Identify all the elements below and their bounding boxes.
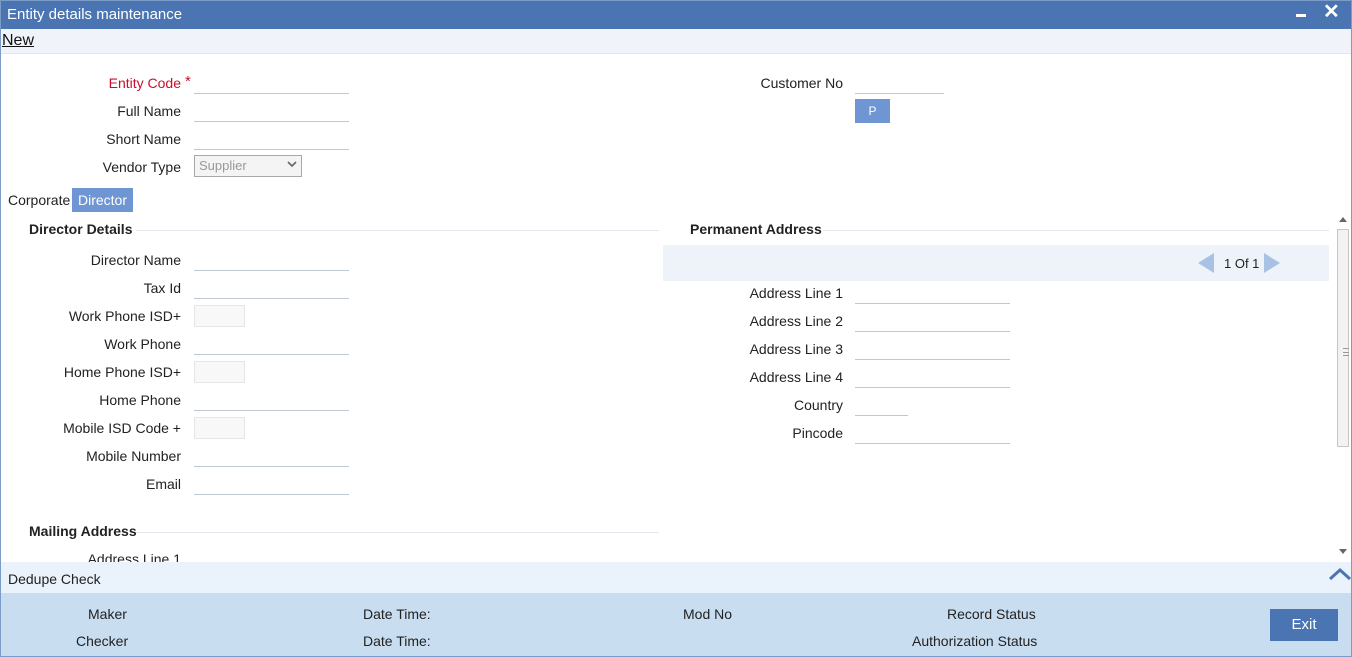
short-name-input[interactable] [194, 128, 349, 150]
vendor-type-label: Vendor Type [102, 159, 181, 175]
country-label: Country [793, 397, 843, 413]
checker-label: Checker [76, 633, 129, 649]
perm-address-line-1-label: Address Line 1 [749, 285, 843, 301]
menu-bar: New [1, 29, 1351, 54]
director-name-input[interactable] [194, 249, 349, 271]
mailing-address-clip: Address Line 1 [1, 548, 661, 562]
customer-no-label: Customer No [760, 75, 843, 91]
work-phone-input[interactable] [194, 333, 349, 355]
full-name-label: Full Name [117, 103, 181, 119]
pager-text: 1 Of 1 [1224, 256, 1260, 271]
audit-footer: Maker Checker Date Time: Date Time: Mod … [1, 593, 1351, 656]
chevron-down-icon [287, 161, 297, 168]
maker-date-time-label: Date Time: [363, 606, 431, 622]
customer-lookup-button[interactable]: P [855, 99, 890, 123]
mailing-address-line-1-label: Address Line 1 [87, 551, 181, 562]
perm-address-line-2-input[interactable] [855, 310, 1010, 332]
scroll-up-icon[interactable] [1339, 217, 1347, 222]
home-phone-isd-input[interactable] [194, 361, 245, 383]
work-phone-label: Work Phone [104, 336, 181, 352]
mobile-number-label: Mobile Number [86, 448, 181, 464]
dedupe-check-link[interactable]: Dedupe Check [8, 571, 101, 587]
full-name-input[interactable] [194, 100, 349, 122]
short-name-label: Short Name [106, 131, 181, 147]
entity-details-window: Entity details maintenance ✕ New Entity … [0, 0, 1352, 657]
perm-address-line-3-label: Address Line 3 [749, 341, 843, 357]
section-divider [823, 230, 1329, 231]
pincode-input[interactable] [855, 422, 1010, 444]
home-phone-isd-label: Home Phone ISD+ [63, 364, 181, 380]
grip-icon [1343, 348, 1349, 356]
new-link[interactable]: New [2, 32, 34, 50]
vertical-scrollbar[interactable] [1335, 212, 1351, 559]
entity-code-input[interactable] [194, 72, 349, 94]
tax-id-input[interactable] [194, 277, 349, 299]
mod-no-label: Mod No [683, 606, 733, 622]
close-icon[interactable]: ✕ [1323, 2, 1340, 22]
mobile-isd-label: Mobile ISD Code + [63, 420, 181, 436]
email-label: Email [145, 476, 181, 492]
pincode-label: Pincode [792, 425, 843, 441]
exit-button[interactable]: Exit [1270, 609, 1338, 641]
previous-record-icon[interactable] [1196, 252, 1216, 274]
checker-date-time-label: Date Time: [363, 633, 431, 649]
chevron-up-icon[interactable] [1328, 566, 1352, 582]
perm-address-line-4-label: Address Line 4 [749, 369, 843, 385]
director-name-label: Director Name [90, 252, 181, 268]
mobile-number-input[interactable] [194, 445, 349, 467]
tab-corporate[interactable]: Corporate [8, 188, 70, 212]
tax-id-label: Tax Id [143, 280, 181, 296]
perm-address-line-4-input[interactable] [855, 366, 1010, 388]
authorization-status-label: Authorization Status [912, 633, 1038, 649]
record-status-label: Record Status [947, 606, 1036, 622]
mailing-address-title: Mailing Address [29, 523, 137, 539]
entity-code-label: Entity Code [108, 75, 181, 91]
permanent-address-title: Permanent Address [690, 221, 822, 237]
minimize-icon[interactable] [1295, 4, 1309, 24]
perm-address-line-2-label: Address Line 2 [749, 313, 843, 329]
scrollbar-thumb[interactable] [1337, 229, 1349, 447]
section-divider [136, 532, 659, 533]
home-phone-label: Home Phone [99, 392, 181, 408]
pager-band: 1 Of 1 [663, 245, 1329, 281]
scroll-down-icon[interactable] [1339, 549, 1347, 554]
vendor-type-value: Supplier [199, 158, 247, 173]
mobile-isd-input[interactable] [194, 417, 245, 439]
director-details-title: Director Details [29, 221, 133, 237]
customer-no-input[interactable] [855, 72, 944, 94]
next-record-icon[interactable] [1262, 252, 1282, 274]
home-phone-input[interactable] [194, 389, 349, 411]
work-phone-isd-input[interactable] [194, 305, 245, 327]
perm-address-line-3-input[interactable] [855, 338, 1010, 360]
work-phone-isd-label: Work Phone ISD+ [68, 308, 181, 324]
maker-label: Maker [88, 606, 127, 622]
dedupe-check-bar: Dedupe Check [1, 562, 1351, 593]
window-title: Entity details maintenance [7, 6, 183, 23]
tab-director[interactable]: Director [72, 188, 134, 212]
email-input[interactable] [194, 473, 349, 495]
required-marker: * [185, 73, 191, 90]
title-bar: Entity details maintenance ✕ [1, 1, 1351, 29]
country-input[interactable] [855, 394, 908, 416]
vendor-type-select[interactable]: Supplier [194, 155, 302, 177]
section-divider [136, 230, 659, 231]
perm-address-line-1-input[interactable] [855, 282, 1010, 304]
